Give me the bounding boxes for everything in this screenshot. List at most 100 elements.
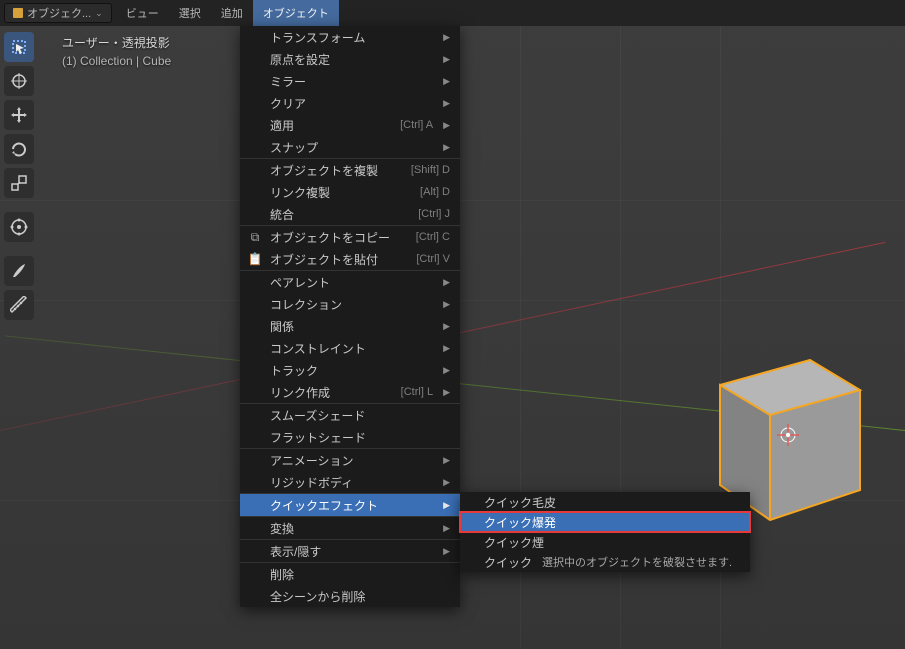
menu-item-オブジェクトを複製[interactable]: オブジェクトを複製 [Shift] D xyxy=(240,159,460,181)
menu-item-label: 削除 xyxy=(270,566,294,583)
view-projection-label: ユーザー・透視投影 xyxy=(62,34,171,52)
chevron-right-icon: ▶ xyxy=(437,321,450,332)
move-tool[interactable] xyxy=(4,100,34,130)
menu-オブジェクト[interactable]: オブジェクト xyxy=(253,0,339,26)
menu-item-リジッドボディ[interactable]: リジッドボディ ▶ xyxy=(240,471,460,493)
chevron-right-icon: ▶ xyxy=(437,523,450,534)
chevron-down-icon: ⌄ xyxy=(95,8,103,19)
cursor-tool[interactable] xyxy=(4,66,34,96)
submenu-item-label: クイック xyxy=(484,554,532,571)
menu-item-オブジェクトを貼付[interactable]: 📋オブジェクトを貼付[Ctrl] V xyxy=(240,248,460,270)
menu-item-リンク複製[interactable]: リンク複製[Alt] D xyxy=(240,181,460,203)
menu-shortcut: [Ctrl] J xyxy=(418,208,450,220)
active-object-label: (1) Collection | Cube xyxy=(62,52,171,70)
menu-item-変換[interactable]: 変換 ▶ xyxy=(240,517,460,539)
rotate-tool[interactable] xyxy=(4,134,34,164)
annotate-tool[interactable] xyxy=(4,256,34,286)
tooltip-text: 選択中のオブジェクトを破裂させます. xyxy=(542,554,732,570)
submenu-item-label: クイック爆発 xyxy=(484,514,556,531)
menu-item-トラック[interactable]: トラック▶ xyxy=(240,359,460,381)
chevron-right-icon: ▶ xyxy=(437,455,450,466)
chevron-right-icon: ▶ xyxy=(437,365,450,376)
menu-item-label: クイックエフェクト xyxy=(270,497,378,514)
measure-icon xyxy=(10,296,28,314)
menu-ビュー[interactable]: ビュー xyxy=(116,0,169,26)
menu-item-label: リジッドボディ xyxy=(270,474,353,491)
menu-item-原点を設定[interactable]: 原点を設定▶ xyxy=(240,48,460,70)
menu-選択[interactable]: 選択 xyxy=(169,0,211,26)
menu-item-アニメーション[interactable]: アニメーション ▶ xyxy=(240,449,460,471)
chevron-right-icon: ▶ xyxy=(437,299,450,310)
menu-item-label: 変換 xyxy=(270,520,294,537)
menu-追加[interactable]: 追加 xyxy=(211,0,253,26)
mode-selector[interactable]: オブジェク... ⌄ xyxy=(4,3,112,23)
menu-item-label: アニメーション xyxy=(270,452,354,469)
submenu-item-クイック煙[interactable]: クイック煙 xyxy=(460,532,750,552)
menu-item-label: コンストレイント xyxy=(270,340,366,357)
chevron-right-icon: ▶ xyxy=(437,477,450,488)
submenu-item-label: クイック煙 xyxy=(484,534,544,551)
select-box-icon xyxy=(10,38,28,56)
menu-item-label: 表示/隠す xyxy=(270,543,321,560)
menu-item-統合[interactable]: 統合[Ctrl] J xyxy=(240,203,460,225)
menu-item-スナップ[interactable]: スナップ ▶ xyxy=(240,136,460,158)
paste-icon: 📋 xyxy=(248,252,262,266)
menu-item-ペアレント[interactable]: ペアレント ▶ xyxy=(240,271,460,293)
menu-item-label: 関係 xyxy=(270,318,294,335)
header-bar: オブジェク... ⌄ ビュー選択追加オブジェクト xyxy=(0,0,905,26)
transform-icon xyxy=(10,218,28,236)
menu-item-label: フラットシェード xyxy=(270,429,366,446)
menu-item-label: リンク作成 xyxy=(270,384,330,401)
menu-item-オブジェクトをコピー[interactable]: ⧉オブジェクトをコピー[Ctrl] C xyxy=(240,226,460,248)
menu-item-削除[interactable]: 削除 xyxy=(240,563,460,585)
submenu-item-クイック毛皮[interactable]: クイック毛皮 xyxy=(460,492,750,512)
menu-item-label: スナップ xyxy=(270,139,318,156)
chevron-right-icon: ▶ xyxy=(437,387,450,398)
menu-item-label: スムーズシェード xyxy=(270,407,365,424)
menu-item-label: クリア xyxy=(270,95,306,112)
chevron-right-icon: ▶ xyxy=(437,546,450,557)
menu-item-label: コレクション xyxy=(270,296,342,313)
menu-item-label: オブジェクトをコピー xyxy=(270,229,390,246)
menu-item-label: ペアレント xyxy=(270,274,330,291)
move-icon xyxy=(10,106,28,124)
menu-item-label: オブジェクトを複製 xyxy=(270,162,378,179)
menu-shortcut: [Alt] D xyxy=(420,186,450,198)
menu-item-label: 全シーンから削除 xyxy=(270,588,365,605)
submenu-item-クイック爆発[interactable]: クイック爆発 xyxy=(460,512,750,532)
menu-item-リンク作成[interactable]: リンク作成 [Ctrl] L ▶ xyxy=(240,381,460,403)
menu-item-スムーズシェード[interactable]: スムーズシェード xyxy=(240,404,460,426)
measure-tool[interactable] xyxy=(4,290,34,320)
menu-item-コレクション[interactable]: コレクション ▶ xyxy=(240,293,460,315)
chevron-right-icon: ▶ xyxy=(437,98,450,109)
menu-shortcut: [Ctrl] L xyxy=(401,386,433,398)
transform-tool[interactable] xyxy=(4,212,34,242)
chevron-right-icon: ▶ xyxy=(437,54,450,65)
menu-shortcut: [Ctrl] C xyxy=(416,231,450,243)
scale-icon xyxy=(10,174,28,192)
chevron-right-icon: ▶ xyxy=(437,142,450,153)
scale-tool[interactable] xyxy=(4,168,34,198)
menu-item-label: オブジェクトを貼付 xyxy=(270,251,378,268)
submenu-item-クイック[interactable]: クイック選択中のオブジェクトを破裂させます. xyxy=(460,552,750,572)
menu-item-label: 適用 xyxy=(270,117,294,134)
annotate-icon xyxy=(10,262,28,280)
menu-item-適用[interactable]: 適用[Ctrl] A▶ xyxy=(240,114,460,136)
viewport-info: ユーザー・透視投影 (1) Collection | Cube xyxy=(62,34,171,70)
rotate-icon xyxy=(10,140,28,158)
menu-item-クイックエフェクト[interactable]: クイックエフェクト ▶ xyxy=(240,494,460,516)
menu-item-全シーンから削除[interactable]: 全シーンから削除 xyxy=(240,585,460,607)
chevron-right-icon: ▶ xyxy=(437,277,450,288)
select-box-tool[interactable] xyxy=(4,32,34,62)
menu-item-コンストレイント[interactable]: コンストレイント▶ xyxy=(240,337,460,359)
chevron-right-icon: ▶ xyxy=(437,500,450,511)
menu-item-クリア[interactable]: クリア ▶ xyxy=(240,92,460,114)
menu-shortcut: [Shift] D xyxy=(411,164,450,176)
menu-item-ミラー[interactable]: ミラー▶ xyxy=(240,70,460,92)
menu-item-フラットシェード[interactable]: フラットシェード xyxy=(240,426,460,448)
cursor-icon xyxy=(10,72,28,90)
menu-item-表示/隠す[interactable]: 表示/隠す ▶ xyxy=(240,540,460,562)
menu-item-関係[interactable]: 関係 ▶ xyxy=(240,315,460,337)
menu-item-トランスフォーム[interactable]: トランスフォーム▶ xyxy=(240,26,460,48)
object-mode-icon xyxy=(13,8,23,18)
